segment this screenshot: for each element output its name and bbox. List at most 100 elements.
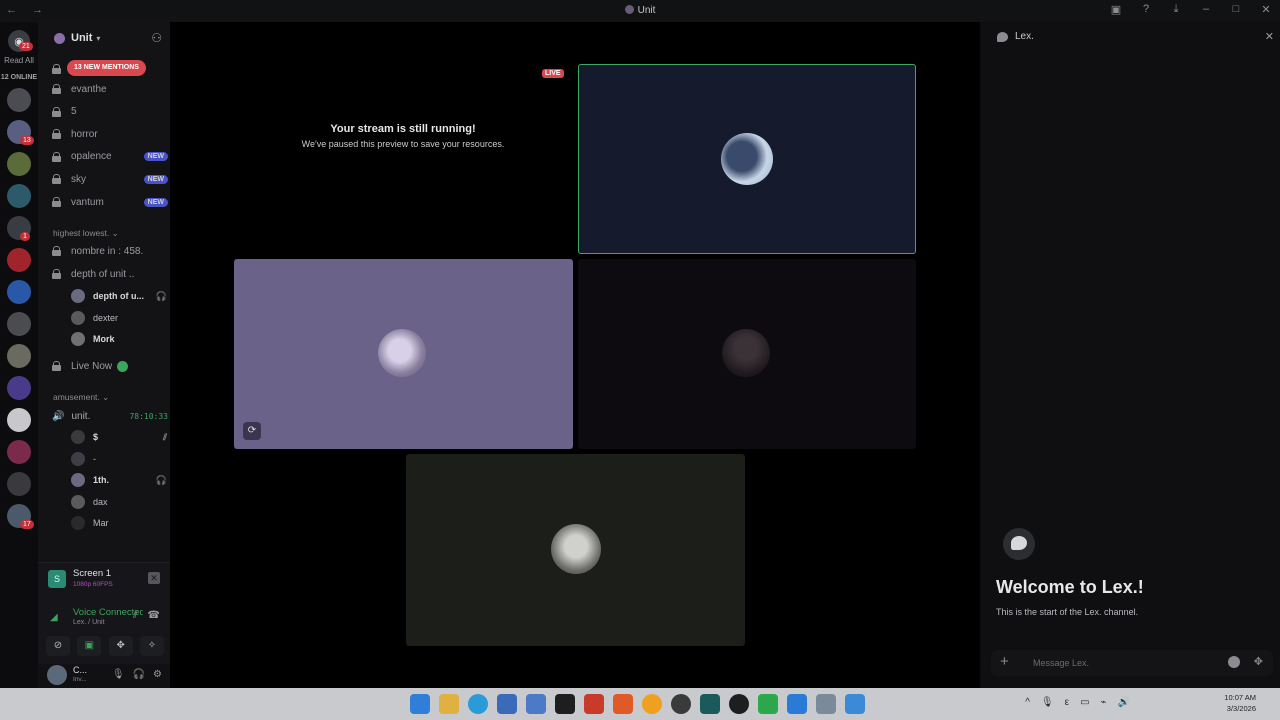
- category-amusement[interactable]: amusement. ⌄: [53, 392, 109, 403]
- channel-live-now[interactable]: Live Now: [52, 357, 168, 375]
- channel-item[interactable]: vantum NEW: [52, 193, 168, 211]
- add-member-icon[interactable]: ⚇: [151, 31, 162, 45]
- maximize-button[interactable]: □: [1228, 3, 1244, 16]
- server-icon[interactable]: [7, 88, 31, 112]
- camera-off-button[interactable]: ⊘: [46, 636, 70, 656]
- edge-icon[interactable]: [468, 694, 488, 714]
- lock-icon: [52, 269, 61, 279]
- channel-label: 5: [71, 106, 77, 118]
- server-icon[interactable]: [7, 376, 31, 400]
- server-icon[interactable]: [7, 280, 31, 304]
- server-icon[interactable]: [7, 152, 31, 176]
- help-icon[interactable]: ?: [1138, 3, 1154, 16]
- start-button-icon[interactable]: [410, 694, 430, 714]
- microphone-icon[interactable]: 🎙: [112, 669, 125, 680]
- settings-gear-icon[interactable]: ⚙: [153, 669, 162, 680]
- channel-item[interactable]: 5: [52, 103, 168, 121]
- voice-user-name: depth of u...: [93, 291, 144, 301]
- app-grey-icon[interactable]: [816, 694, 836, 714]
- guild-header[interactable]: Unit ▾ ⚇: [38, 28, 170, 48]
- headphones-icon[interactable]: 🎧: [133, 669, 145, 680]
- activities-button[interactable]: ✥: [108, 636, 133, 656]
- tray-volume-icon[interactable]: 🔊: [1118, 697, 1130, 708]
- server-icon[interactable]: [7, 248, 31, 272]
- tray-mic-icon[interactable]: 🎙: [1041, 697, 1054, 708]
- category-highest-lowest[interactable]: highest lowest. ⌄: [53, 228, 119, 239]
- server-icon[interactable]: [7, 472, 31, 496]
- window-controls: ▣ ? ⤓ – □ ✕: [1108, 3, 1274, 16]
- vscode-icon[interactable]: [787, 694, 807, 714]
- participant-avatar: [378, 329, 426, 377]
- screen-share-icon: S: [48, 570, 66, 588]
- voice-action-row: ⊘ ▣ ✥ ✧: [46, 636, 164, 656]
- channel-item[interactable]: horror: [52, 125, 168, 143]
- muted-icon: ⫽: [162, 431, 167, 442]
- voice-user[interactable]: dax: [71, 493, 167, 511]
- participant-tile-3[interactable]: [578, 259, 916, 449]
- app-dark-icon[interactable]: [671, 694, 691, 714]
- tray-network-icon[interactable]: ⌁: [1101, 697, 1107, 708]
- attach-plus-icon[interactable]: +: [1000, 653, 1009, 670]
- server-badge: 17: [20, 520, 34, 529]
- voice-user[interactable]: -: [71, 450, 167, 468]
- tray-chevron-icon[interactable]: ^: [1025, 697, 1030, 708]
- deafened-icon: 🎧: [155, 474, 167, 485]
- server-icon[interactable]: [7, 184, 31, 208]
- channel-item[interactable]: opalence NEW: [52, 148, 168, 166]
- participant-tile-1[interactable]: [578, 64, 916, 254]
- voice-user[interactable]: depth of u... 🎧: [71, 287, 167, 305]
- file-explorer-icon[interactable]: [439, 694, 459, 714]
- notepad-icon[interactable]: [845, 694, 865, 714]
- channel-item[interactable]: sky NEW: [52, 170, 168, 188]
- close-window-button[interactable]: ✕: [1258, 3, 1274, 16]
- tray-lang-icon[interactable]: ε: [1065, 697, 1069, 708]
- minimize-button[interactable]: –: [1198, 3, 1214, 16]
- disconnect-icon[interactable]: ☎: [148, 610, 160, 621]
- voice-user[interactable]: $ ⫽: [71, 428, 167, 446]
- apps-icon[interactable]: ✥: [1254, 655, 1263, 668]
- download-icon[interactable]: ⤓: [1168, 3, 1184, 16]
- new-mentions-pill[interactable]: 13 NEW MENTIONS: [67, 60, 146, 76]
- github-icon[interactable]: [729, 694, 749, 714]
- brave-icon[interactable]: [613, 694, 633, 714]
- tray-display-icon[interactable]: ▭: [1080, 697, 1089, 708]
- soundboard-button[interactable]: ✧: [139, 636, 164, 656]
- xbox-icon[interactable]: [758, 694, 778, 714]
- message-input[interactable]: [1033, 655, 1223, 671]
- system-clock[interactable]: 10:07 AM 3/3/2026: [1224, 692, 1256, 714]
- server-icon[interactable]: [7, 440, 31, 464]
- screen-share-title: Screen 1: [73, 568, 112, 579]
- voice-user[interactable]: dexter: [71, 309, 167, 327]
- read-all-button[interactable]: Read All: [0, 56, 38, 65]
- store-icon[interactable]: [497, 694, 517, 714]
- voice-channel-unit[interactable]: 🔊 unit. 78:10:33: [52, 408, 168, 424]
- participant-tile-4[interactable]: [406, 454, 745, 646]
- close-chat-button[interactable]: ✕: [1265, 30, 1274, 43]
- stop-stream-button[interactable]: ✕: [148, 572, 160, 584]
- voice-user[interactable]: 1th. 🎧: [71, 471, 167, 489]
- inbox-icon[interactable]: ▣: [1108, 3, 1124, 16]
- server-icon[interactable]: [7, 408, 31, 432]
- channel-item[interactable]: depth of unit ..: [52, 265, 168, 283]
- stream-settings-icon[interactable]: ⟳: [243, 422, 261, 440]
- server-icon[interactable]: [7, 344, 31, 368]
- server-icon[interactable]: [7, 312, 31, 336]
- emoji-icon[interactable]: [1228, 656, 1240, 668]
- voice-user[interactable]: Mar: [71, 514, 167, 532]
- voice-user[interactable]: Mork: [71, 330, 167, 348]
- participant-tile-2[interactable]: ⟳: [234, 259, 573, 449]
- live-status-icon: [117, 360, 129, 372]
- app-teal-icon[interactable]: [700, 694, 720, 714]
- app-red-icon[interactable]: [584, 694, 604, 714]
- channel-item[interactable]: nombre in : 458.: [52, 242, 168, 260]
- terminal-icon[interactable]: [555, 694, 575, 714]
- app-orange-icon[interactable]: [642, 694, 662, 714]
- noise-suppression-icon[interactable]: ⫽: [133, 610, 137, 621]
- mail-icon[interactable]: [526, 694, 546, 714]
- voice-location[interactable]: Lex. / Unit: [73, 619, 105, 626]
- avatar[interactable]: [47, 665, 67, 685]
- user-name: C...: [73, 665, 88, 675]
- channel-item[interactable]: evanthe: [52, 80, 168, 98]
- welcome-heading: Welcome to Lex.!: [996, 577, 1144, 597]
- share-screen-button[interactable]: ▣: [77, 636, 102, 656]
